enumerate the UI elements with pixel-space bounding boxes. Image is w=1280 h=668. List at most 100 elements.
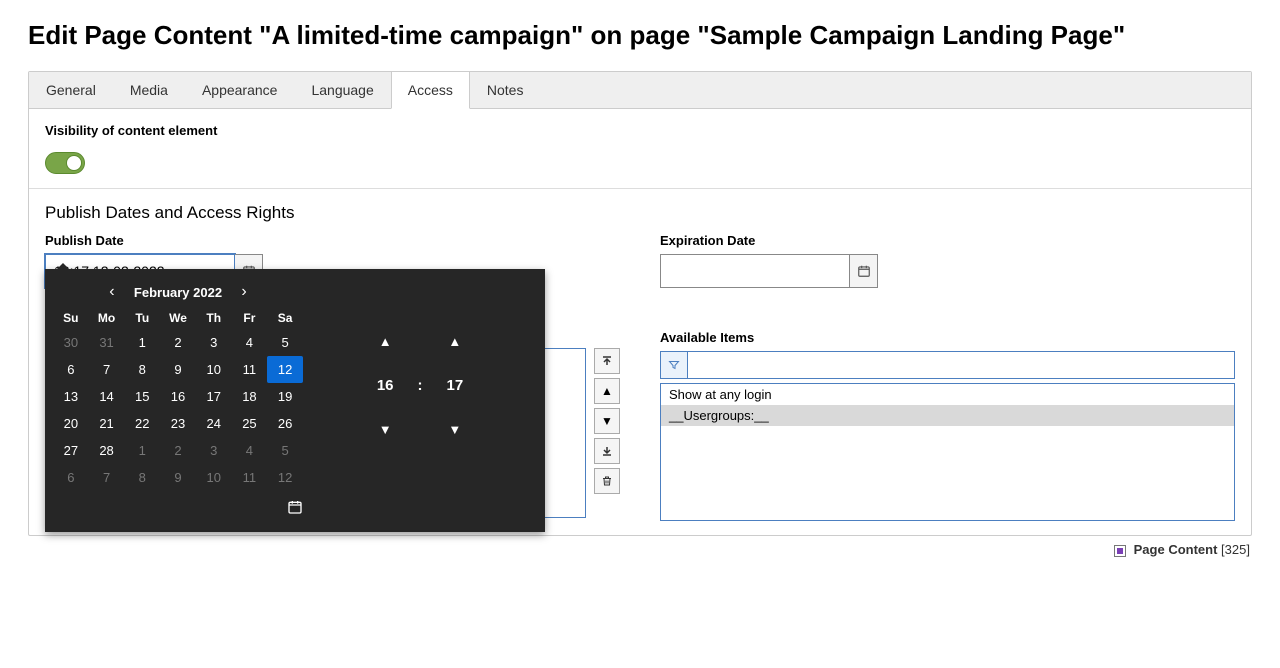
calendar-day[interactable]: 1 [124, 329, 160, 356]
today-button[interactable] [287, 503, 303, 518]
tab-general[interactable]: General [29, 72, 113, 108]
calendar-dow: Sa [267, 307, 303, 329]
toggle-knob [66, 155, 82, 171]
calendar-day[interactable]: 14 [89, 383, 125, 410]
calendar-day[interactable]: 25 [232, 410, 268, 437]
calendar-day[interactable]: 7 [89, 356, 125, 383]
minute-value[interactable]: 17 [447, 377, 464, 394]
calendar-day[interactable]: 17 [196, 383, 232, 410]
publish-date-label: Publish Date [45, 233, 620, 248]
available-item-group[interactable]: __Usergroups:__ [661, 405, 1234, 426]
publish-date-col: Publish Date ‹ February 2022 › [45, 233, 620, 521]
time-colon: : [418, 377, 423, 394]
tab-bar: General Media Appearance Language Access… [29, 72, 1251, 109]
move-down-button[interactable]: ▼ [594, 408, 620, 434]
calendar-day[interactable]: 31 [89, 329, 125, 356]
tab-access[interactable]: Access [391, 72, 470, 109]
section-heading: Publish Dates and Access Rights [45, 203, 1235, 223]
calendar-day[interactable]: 2 [160, 329, 196, 356]
move-top-button[interactable] [594, 348, 620, 374]
calendar-day[interactable]: 8 [124, 464, 160, 491]
available-items-list[interactable]: Show at any login __Usergroups:__ [660, 383, 1235, 521]
calendar-day[interactable]: 8 [124, 356, 160, 383]
tab-notes[interactable]: Notes [470, 72, 541, 108]
calendar-dow: Tu [124, 307, 160, 329]
visibility-toggle[interactable] [45, 152, 85, 174]
available-item[interactable]: Show at any login [661, 384, 1234, 405]
next-month-button[interactable]: › [232, 283, 256, 301]
calendar-day[interactable]: 21 [89, 410, 125, 437]
calendar-dow: Fr [232, 307, 268, 329]
datetime-picker: ‹ February 2022 › SuMoTuWeThFrSa30311234… [45, 269, 545, 532]
calendar-day[interactable]: 5 [267, 329, 303, 356]
filter-icon [668, 359, 680, 371]
content-type-icon [1114, 545, 1126, 557]
calendar-icon [857, 264, 871, 278]
calendar-day[interactable]: 30 [53, 329, 89, 356]
record-footer: Page Content [325] [28, 536, 1252, 557]
calendar-day[interactable]: 3 [196, 437, 232, 464]
calendar-day[interactable]: 18 [232, 383, 268, 410]
calendar-day[interactable]: 12 [267, 356, 303, 383]
calendar-day[interactable]: 11 [232, 356, 268, 383]
calendar-day[interactable]: 11 [232, 464, 268, 491]
prev-month-button[interactable]: ‹ [100, 283, 124, 301]
calendar-day[interactable]: 22 [124, 410, 160, 437]
minute-up-button[interactable]: ▲ [448, 334, 461, 349]
calendar-month-label[interactable]: February 2022 [134, 285, 222, 300]
hour-value[interactable]: 16 [377, 377, 394, 394]
calendar-dow: We [160, 307, 196, 329]
visibility-section: Visibility of content element [29, 109, 1251, 189]
calendar-day[interactable]: 13 [53, 383, 89, 410]
calendar-day[interactable]: 9 [160, 356, 196, 383]
calendar-day[interactable]: 6 [53, 356, 89, 383]
filter-input[interactable] [688, 351, 1235, 379]
calendar-day[interactable]: 2 [160, 437, 196, 464]
expiration-date-label: Expiration Date [660, 233, 1235, 248]
calendar-day[interactable]: 6 [53, 464, 89, 491]
expiration-col: Expiration Date Available Items [660, 233, 1235, 521]
trash-icon [601, 475, 613, 487]
page-title: Edit Page Content "A limited-time campai… [28, 20, 1252, 51]
calendar-day[interactable]: 28 [89, 437, 125, 464]
content-panel: General Media Appearance Language Access… [28, 71, 1252, 536]
calendar-day[interactable]: 4 [232, 437, 268, 464]
calendar-day[interactable]: 16 [160, 383, 196, 410]
calendar-day[interactable]: 24 [196, 410, 232, 437]
calendar-day[interactable]: 1 [124, 437, 160, 464]
time-spinner: ▲ 16 ▼ : ▲ 17 ▼ [303, 279, 537, 491]
calendar-day[interactable]: 19 [267, 383, 303, 410]
calendar-day[interactable]: 4 [232, 329, 268, 356]
calendar-day[interactable]: 10 [196, 356, 232, 383]
tab-appearance[interactable]: Appearance [185, 72, 295, 108]
calendar-icon [287, 499, 303, 515]
calendar-dow: Th [196, 307, 232, 329]
delete-button[interactable] [594, 468, 620, 494]
calendar-day[interactable]: 20 [53, 410, 89, 437]
calendar-dow: Mo [89, 307, 125, 329]
calendar-day[interactable]: 15 [124, 383, 160, 410]
hour-up-button[interactable]: ▲ [379, 334, 392, 349]
filter-button[interactable] [660, 351, 688, 379]
calendar-day[interactable]: 9 [160, 464, 196, 491]
calendar: ‹ February 2022 › SuMoTuWeThFrSa30311234… [53, 279, 303, 491]
calendar-dow: Su [53, 307, 89, 329]
calendar-day[interactable]: 27 [53, 437, 89, 464]
calendar-day[interactable]: 3 [196, 329, 232, 356]
hour-down-button[interactable]: ▼ [379, 422, 392, 437]
visibility-label: Visibility of content element [45, 123, 1235, 138]
expiration-date-picker-button[interactable] [850, 254, 878, 288]
minute-down-button[interactable]: ▼ [448, 422, 461, 437]
move-bottom-button[interactable] [594, 438, 620, 464]
calendar-day[interactable]: 12 [267, 464, 303, 491]
calendar-day[interactable]: 7 [89, 464, 125, 491]
tab-language[interactable]: Language [294, 72, 390, 108]
expiration-date-input[interactable] [660, 254, 850, 288]
move-up-button[interactable]: ▲ [594, 378, 620, 404]
calendar-day[interactable]: 10 [196, 464, 232, 491]
available-items-label: Available Items [660, 330, 1235, 345]
tab-media[interactable]: Media [113, 72, 185, 108]
calendar-day[interactable]: 23 [160, 410, 196, 437]
calendar-day[interactable]: 5 [267, 437, 303, 464]
calendar-day[interactable]: 26 [267, 410, 303, 437]
